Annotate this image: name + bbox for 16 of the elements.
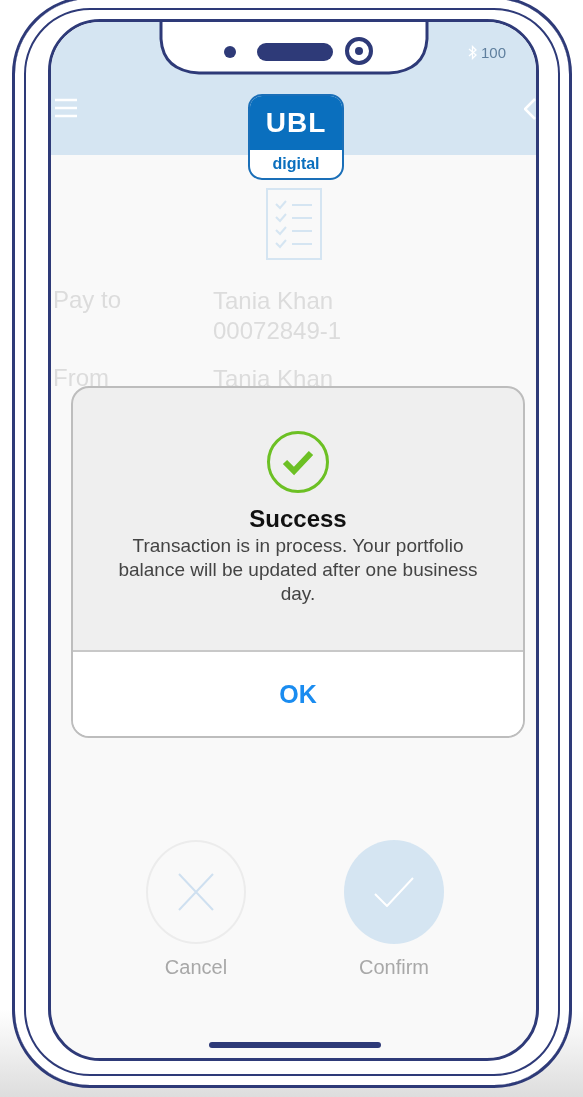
- close-icon: [178, 873, 214, 911]
- ok-button[interactable]: OK: [73, 650, 523, 736]
- check-icon: [374, 877, 414, 907]
- action-label: Confirm: [359, 956, 429, 979]
- dialog-title: Success: [249, 504, 347, 534]
- bluetooth-icon: [467, 45, 477, 60]
- action-label: Cancel: [164, 956, 228, 979]
- battery-level: 100: [480, 44, 506, 61]
- logo-tagline: digital: [271, 154, 321, 174]
- logo-wordmark: UBL: [250, 96, 342, 150]
- menu-icon[interactable]: [55, 98, 77, 118]
- back-icon[interactable]: [524, 98, 536, 120]
- cancel-button[interactable]: [146, 840, 246, 944]
- checklist-icon: [265, 188, 322, 260]
- success-check-icon: [266, 430, 330, 494]
- dialog-message: Transaction is in process. Your portfolio balance will be updated after one business day.: [117, 534, 479, 606]
